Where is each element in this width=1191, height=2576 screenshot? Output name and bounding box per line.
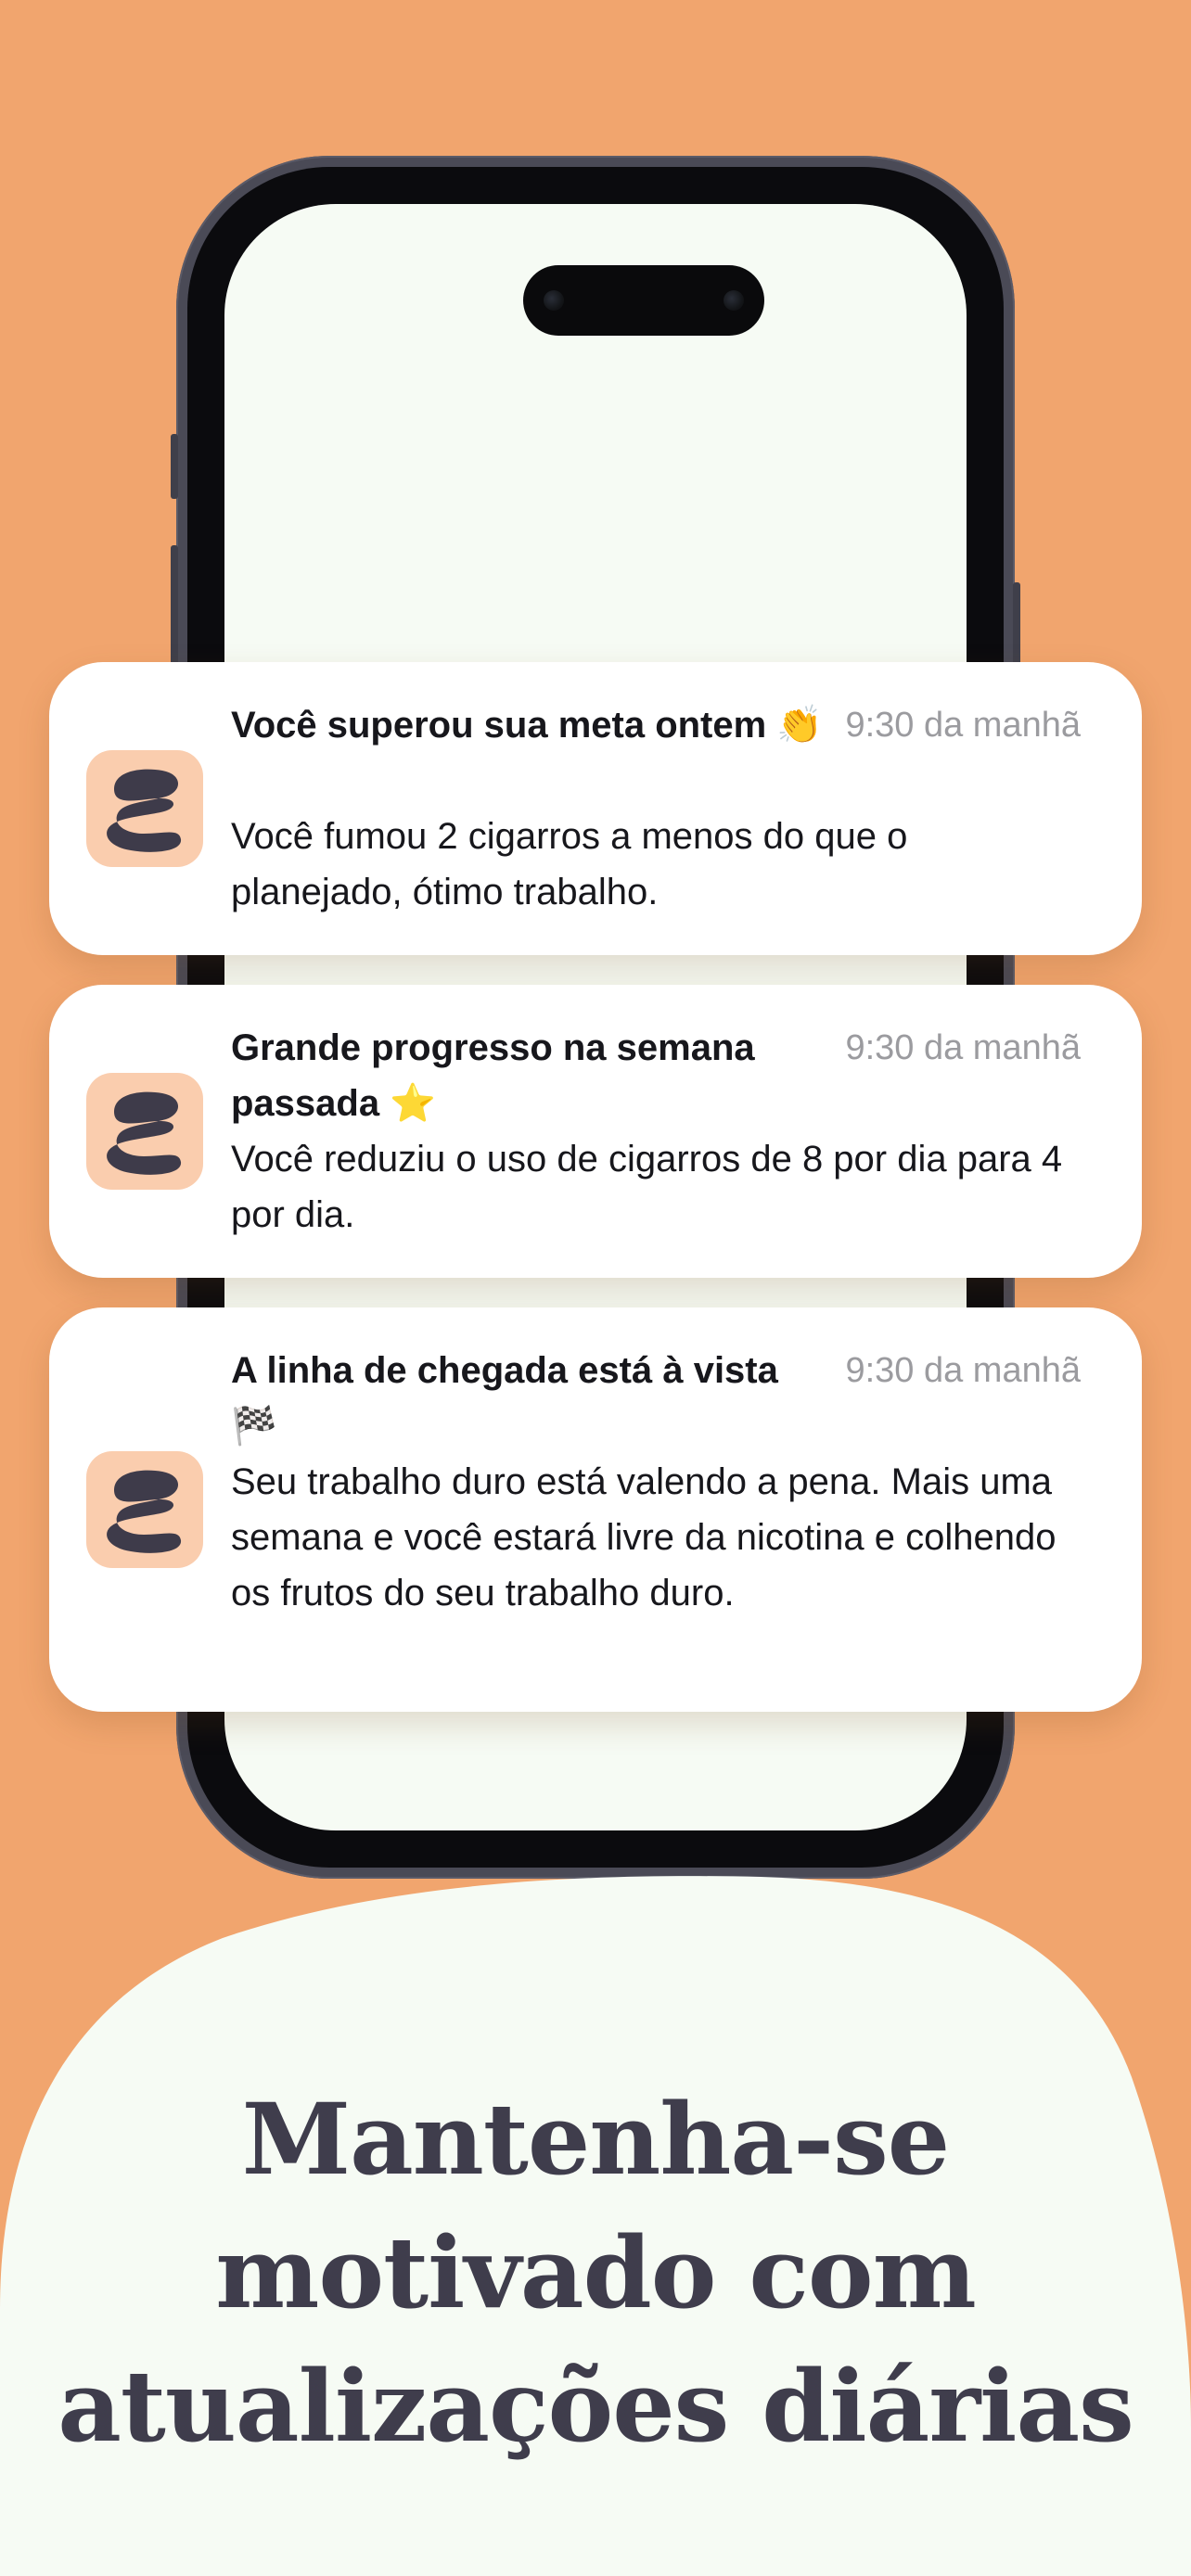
headline: Mantenha-se motivado com atualizações di…: [0, 2072, 1191, 2473]
app-logo-icon: [86, 750, 203, 867]
phone-volume-up-button: [171, 545, 178, 666]
phone-side-button: [171, 434, 178, 499]
notification-body: Você reduziu o uso de cigarros de 8 por …: [231, 1139, 1063, 1235]
headline-line: atualizações diárias: [58, 2348, 1134, 2464]
headline-line: motivado com: [215, 2214, 977, 2330]
app-logo-icon: [86, 1073, 203, 1190]
app-logo-shape: [107, 1091, 182, 1175]
notification-time: 9:30 da manhã: [845, 1028, 1081, 1067]
app-logo-icon: [86, 1451, 203, 1568]
notification-time: 9:30 da manhã: [845, 706, 1081, 745]
dynamic-island: [523, 265, 764, 336]
notification-title: A linha de chegada está à vista 🏁: [231, 1350, 778, 1447]
notification-body: Você fumou 2 cigarros a menos do que o p…: [231, 816, 908, 912]
notification-card[interactable]: Grande progresso na semana passada ⭐ 9:3…: [49, 985, 1142, 1278]
notification-body: Seu trabalho duro está valendo a pena. M…: [231, 1461, 1057, 1613]
notification-time: 9:30 da manhã: [845, 1351, 1081, 1390]
camera-lens-icon: [724, 290, 744, 311]
camera-lens-icon: [544, 290, 564, 311]
notification-card[interactable]: Você superou sua meta ontem 👏 9:30 da ma…: [49, 662, 1142, 955]
app-logo-shape: [107, 769, 182, 852]
notification-card[interactable]: A linha de chegada está à vista 🏁 9:30 d…: [49, 1307, 1142, 1712]
notification-title: Grande progresso na semana passada ⭐: [231, 1027, 755, 1124]
notification-title: Você superou sua meta ontem 👏: [231, 705, 824, 746]
app-logo-shape: [107, 1470, 182, 1553]
headline-line: Mantenha-se: [241, 2081, 950, 2197]
